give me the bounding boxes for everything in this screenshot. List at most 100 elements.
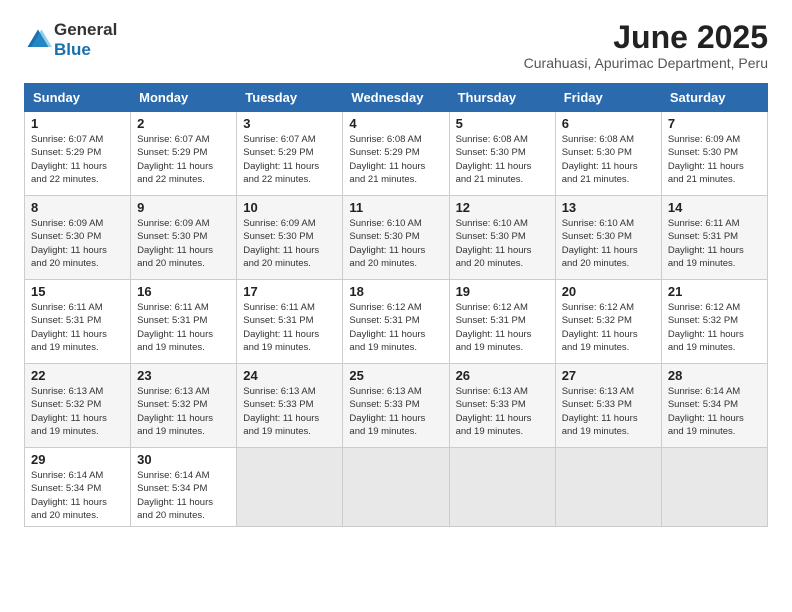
day-number: 26 xyxy=(456,368,549,383)
day-number: 9 xyxy=(137,200,230,215)
day-info: Sunrise: 6:10 AMSunset: 5:30 PMDaylight:… xyxy=(456,217,549,270)
day-info: Sunrise: 6:13 AMSunset: 5:33 PMDaylight:… xyxy=(562,385,655,438)
table-row: 10Sunrise: 6:09 AMSunset: 5:30 PMDayligh… xyxy=(237,196,343,280)
table-row: 25 Sunrise: 6:13 AMSunset: 5:33 PMDayligh… xyxy=(343,364,449,448)
table-row: 18 Sunrise: 6:12 AMSunset: 5:31 PMDayligh… xyxy=(343,280,449,364)
table-row: 21 Sunrise: 6:12 AMSunset: 5:32 PMDayligh… xyxy=(661,280,767,364)
table-row: 2 Sunrise: 6:07 AMSunset: 5:29 PMDaylight… xyxy=(131,112,237,196)
day-number: 30 xyxy=(137,452,230,467)
day-info: Sunrise: 6:09 AMSunset: 5:30 PMDaylight:… xyxy=(137,217,230,270)
day-number: 12 xyxy=(456,200,549,215)
table-row: 12 Sunrise: 6:10 AMSunset: 5:30 PMDayligh… xyxy=(449,196,555,280)
day-number: 11 xyxy=(349,200,442,215)
header-thursday: Thursday xyxy=(449,84,555,112)
day-number: 14 xyxy=(668,200,761,215)
day-info: Sunrise: 6:07 AMSunset: 5:29 PMDaylight:… xyxy=(137,133,230,186)
logo-blue: Blue xyxy=(54,40,91,59)
day-number: 24 xyxy=(243,368,336,383)
day-number: 8 xyxy=(31,200,124,215)
table-row xyxy=(237,448,343,527)
day-number: 13 xyxy=(562,200,655,215)
day-number: 29 xyxy=(31,452,124,467)
day-number: 22 xyxy=(31,368,124,383)
title-block: June 2025 Curahuasi, Apurimac Department… xyxy=(524,20,768,71)
day-info: Sunrise: 6:10 AMSunset: 5:30 PMDaylight:… xyxy=(349,217,442,270)
day-info: Sunrise: 6:13 AMSunset: 5:33 PMDaylight:… xyxy=(456,385,549,438)
table-row: 29 Sunrise: 6:14 AMSunset: 5:34 PMDayligh… xyxy=(25,448,131,527)
calendar-header-row: Sunday Monday Tuesday Wednesday Thursday… xyxy=(25,84,768,112)
day-info: Sunrise: 6:12 AMSunset: 5:31 PMDaylight:… xyxy=(349,301,442,354)
table-row: 9 Sunrise: 6:09 AMSunset: 5:30 PMDaylight… xyxy=(131,196,237,280)
day-info: Sunrise: 6:12 AMSunset: 5:32 PMDaylight:… xyxy=(562,301,655,354)
calendar-title: June 2025 xyxy=(524,20,768,55)
table-row: 3 Sunrise: 6:07 AMSunset: 5:29 PMDaylight… xyxy=(237,112,343,196)
header-saturday: Saturday xyxy=(661,84,767,112)
header-wednesday: Wednesday xyxy=(343,84,449,112)
table-row xyxy=(661,448,767,527)
page: General Blue June 2025 Curahuasi, Apurim… xyxy=(0,0,792,543)
table-row: 30Sunrise: 6:14 AMSunset: 5:34 PMDayligh… xyxy=(131,448,237,527)
table-row: 7 Sunrise: 6:09 AMSunset: 5:30 PMDaylight… xyxy=(661,112,767,196)
calendar-table: Sunday Monday Tuesday Wednesday Thursday… xyxy=(24,83,768,527)
day-info: Sunrise: 6:07 AMSunset: 5:29 PMDaylight:… xyxy=(31,133,124,186)
table-row: 19Sunrise: 6:12 AMSunset: 5:31 PMDayligh… xyxy=(449,280,555,364)
day-info: Sunrise: 6:13 AMSunset: 5:33 PMDaylight:… xyxy=(349,385,442,438)
day-number: 28 xyxy=(668,368,761,383)
header-friday: Friday xyxy=(555,84,661,112)
day-info: Sunrise: 6:13 AMSunset: 5:32 PMDaylight:… xyxy=(31,385,124,438)
day-number: 7 xyxy=(668,116,761,131)
day-info: Sunrise: 6:11 AMSunset: 5:31 PMDaylight:… xyxy=(137,301,230,354)
day-info: Sunrise: 6:14 AMSunset: 5:34 PMDaylight:… xyxy=(668,385,761,438)
day-number: 21 xyxy=(668,284,761,299)
day-number: 2 xyxy=(137,116,230,131)
day-number: 19 xyxy=(456,284,549,299)
header-tuesday: Tuesday xyxy=(237,84,343,112)
table-row xyxy=(343,448,449,527)
day-number: 17 xyxy=(243,284,336,299)
table-row: 16Sunrise: 6:11 AMSunset: 5:31 PMDayligh… xyxy=(131,280,237,364)
day-info: Sunrise: 6:09 AMSunset: 5:30 PMDaylight:… xyxy=(668,133,761,186)
day-number: 10 xyxy=(243,200,336,215)
table-row: 6Sunrise: 6:08 AMSunset: 5:30 PMDaylight… xyxy=(555,112,661,196)
day-info: Sunrise: 6:08 AMSunset: 5:30 PMDaylight:… xyxy=(562,133,655,186)
day-info: Sunrise: 6:11 AMSunset: 5:31 PMDaylight:… xyxy=(31,301,124,354)
day-info: Sunrise: 6:11 AMSunset: 5:31 PMDaylight:… xyxy=(668,217,761,270)
day-info: Sunrise: 6:11 AMSunset: 5:31 PMDaylight:… xyxy=(243,301,336,354)
table-row: 5Sunrise: 6:08 AMSunset: 5:30 PMDaylight… xyxy=(449,112,555,196)
day-number: 3 xyxy=(243,116,336,131)
table-row: 14 Sunrise: 6:11 AMSunset: 5:31 PMDayligh… xyxy=(661,196,767,280)
table-row: 8 Sunrise: 6:09 AMSunset: 5:30 PMDaylight… xyxy=(25,196,131,280)
day-number: 18 xyxy=(349,284,442,299)
table-row: 20Sunrise: 6:12 AMSunset: 5:32 PMDayligh… xyxy=(555,280,661,364)
table-row: 27 Sunrise: 6:13 AMSunset: 5:33 PMDayligh… xyxy=(555,364,661,448)
day-info: Sunrise: 6:09 AMSunset: 5:30 PMDaylight:… xyxy=(31,217,124,270)
day-number: 23 xyxy=(137,368,230,383)
day-number: 15 xyxy=(31,284,124,299)
table-row: 4Sunrise: 6:08 AMSunset: 5:29 PMDaylight… xyxy=(343,112,449,196)
logo-icon xyxy=(24,26,52,54)
day-number: 5 xyxy=(456,116,549,131)
table-row: 11 Sunrise: 6:10 AMSunset: 5:30 PMDayligh… xyxy=(343,196,449,280)
day-info: Sunrise: 6:10 AMSunset: 5:30 PMDaylight:… xyxy=(562,217,655,270)
table-row: 13 Sunrise: 6:10 AMSunset: 5:30 PMDayligh… xyxy=(555,196,661,280)
table-row: 1Sunrise: 6:07 AMSunset: 5:29 PMDaylight… xyxy=(25,112,131,196)
table-row xyxy=(555,448,661,527)
day-info: Sunrise: 6:08 AMSunset: 5:29 PMDaylight:… xyxy=(349,133,442,186)
day-number: 25 xyxy=(349,368,442,383)
day-info: Sunrise: 6:13 AMSunset: 5:32 PMDaylight:… xyxy=(137,385,230,438)
logo: General Blue xyxy=(24,20,117,60)
table-row: 24 Sunrise: 6:13 AMSunset: 5:33 PMDayligh… xyxy=(237,364,343,448)
table-row: 26 Sunrise: 6:13 AMSunset: 5:33 PMDayligh… xyxy=(449,364,555,448)
day-info: Sunrise: 6:07 AMSunset: 5:29 PMDaylight:… xyxy=(243,133,336,186)
day-info: Sunrise: 6:12 AMSunset: 5:32 PMDaylight:… xyxy=(668,301,761,354)
table-row: 22 Sunrise: 6:13 AMSunset: 5:32 PMDayligh… xyxy=(25,364,131,448)
day-info: Sunrise: 6:14 AMSunset: 5:34 PMDaylight:… xyxy=(31,469,124,522)
table-row: 28 Sunrise: 6:14 AMSunset: 5:34 PMDayligh… xyxy=(661,364,767,448)
header-sunday: Sunday xyxy=(25,84,131,112)
table-row: 17 Sunrise: 6:11 AMSunset: 5:31 PMDayligh… xyxy=(237,280,343,364)
day-info: Sunrise: 6:13 AMSunset: 5:33 PMDaylight:… xyxy=(243,385,336,438)
logo-general: General xyxy=(54,20,117,39)
header-monday: Monday xyxy=(131,84,237,112)
day-number: 27 xyxy=(562,368,655,383)
table-row: 15 Sunrise: 6:11 AMSunset: 5:31 PMDayligh… xyxy=(25,280,131,364)
